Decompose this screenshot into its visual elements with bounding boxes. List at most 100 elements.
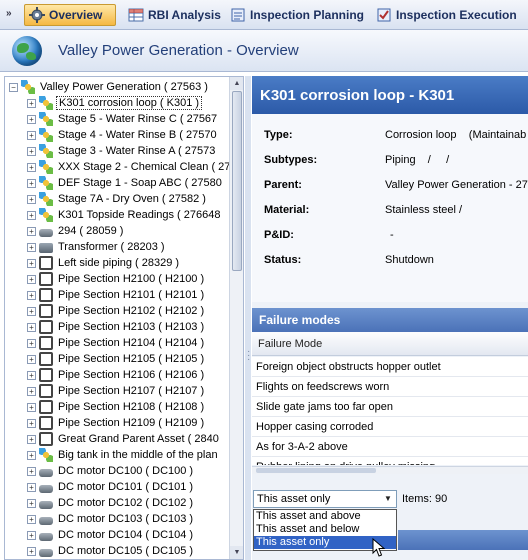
splitter[interactable] xyxy=(245,76,251,560)
dropdown-option-and-below[interactable]: This asset and below xyxy=(254,523,396,536)
scrollbar-thumb[interactable] xyxy=(256,468,376,473)
tree-item[interactable]: + Great Grand Parent Asset ( 2840 xyxy=(27,431,221,447)
tree-item[interactable]: + Left side piping ( 28329 ) xyxy=(27,255,181,271)
failure-mode-row[interactable]: Rubber lining on drive pulley missing xyxy=(252,457,528,465)
expand-toggle[interactable]: + xyxy=(27,466,36,476)
expand-toggle[interactable]: + xyxy=(27,482,36,492)
tree-item-label: DC motor DC101 ( DC101 ) xyxy=(58,481,194,493)
tree-item[interactable]: + DC motor DC105 ( DC105 ) xyxy=(27,543,195,559)
scroll-down-icon[interactable]: ▼ xyxy=(230,546,243,559)
page-header: Valley Power Generation - Overview xyxy=(0,30,528,72)
execution-icon xyxy=(376,7,392,23)
expand-toggle[interactable]: + xyxy=(27,402,36,412)
failure-mode-column-header[interactable]: Failure Mode xyxy=(252,332,528,356)
expand-toggle[interactable]: + xyxy=(27,226,36,236)
failure-mode-row[interactable]: Flights on feedscrews worn xyxy=(252,377,528,397)
dropdown-option-and-above[interactable]: This asset and above xyxy=(254,510,396,523)
expand-toggle[interactable]: + xyxy=(27,386,36,396)
tree-item[interactable]: + K301 corrosion loop ( K301 ) xyxy=(27,95,203,111)
prop-parent-value[interactable]: Valley Power Generation - 275 xyxy=(385,179,528,191)
tree-item[interactable]: + Pipe Section H2107 ( H2107 ) xyxy=(27,383,206,399)
failure-mode-row[interactable]: Hopper casing corroded xyxy=(252,417,528,437)
loop-icon xyxy=(39,160,53,174)
expand-toggle[interactable]: + xyxy=(27,370,36,380)
expand-toggle[interactable]: + xyxy=(27,498,36,508)
expand-toggle[interactable]: + xyxy=(27,242,36,252)
tree-item[interactable]: + Pipe Section H2100 ( H2100 ) xyxy=(27,271,206,287)
scrollbar-thumb[interactable] xyxy=(232,91,242,271)
tree-item[interactable]: + DC motor DC104 ( DC104 ) xyxy=(27,527,195,543)
tree-item-label: DEF Stage 1 - Soap ABC ( 27580 xyxy=(58,177,222,189)
tab-inspection-execution[interactable]: Inspection Execution xyxy=(372,4,521,26)
tree-item[interactable]: + Pipe Section H2106 ( H2106 ) xyxy=(27,367,206,383)
expand-toggle[interactable]: + xyxy=(27,258,36,268)
tree-item[interactable]: + DC motor DC100 ( DC100 ) xyxy=(27,463,195,479)
tab-rbi-analysis[interactable]: RBI Analysis xyxy=(124,4,225,26)
tab-overview[interactable]: Overview xyxy=(24,4,116,26)
failure-modes-hscrollbar[interactable] xyxy=(252,466,528,474)
expand-toggle[interactable]: + xyxy=(27,98,36,108)
tree-item[interactable]: +294 ( 28059 ) xyxy=(27,223,125,239)
transformer-icon xyxy=(39,243,53,253)
expand-toggle[interactable]: + xyxy=(27,514,36,524)
expand-toggle[interactable]: + xyxy=(27,290,36,300)
expand-toggle[interactable]: + xyxy=(27,194,36,204)
tree-item[interactable]: + DC motor DC103 ( DC103 ) xyxy=(27,511,195,527)
expand-toggle[interactable]: + xyxy=(27,274,36,284)
items-count: Items: 90 xyxy=(402,493,448,505)
motor-icon xyxy=(39,548,53,557)
tree-item[interactable]: + Stage 5 - Water Rinse C ( 27567 xyxy=(27,111,219,127)
tree-item[interactable]: + Big tank in the middle of the plan xyxy=(27,447,220,463)
expand-toggle[interactable]: + xyxy=(27,178,36,188)
asset-scope-select[interactable]: This asset only ▼ xyxy=(253,490,397,508)
tree-item[interactable]: + XXX Stage 2 - Chemical Clean ( 27 xyxy=(27,159,232,175)
failure-mode-row[interactable]: Foreign object obstructs hopper outlet xyxy=(252,357,528,377)
tree-item[interactable]: + Stage 3 - Water Rinse A ( 27573 xyxy=(27,143,217,159)
tree-item[interactable]: + DEF Stage 1 - Soap ABC ( 27580 xyxy=(27,175,224,191)
tree-item[interactable]: + Pipe Section H2102 ( H2102 ) xyxy=(27,303,206,319)
tree-item[interactable]: + Pipe Section H2105 ( H2105 ) xyxy=(27,351,206,367)
expand-toggle[interactable]: + xyxy=(27,530,36,540)
expand-toggle[interactable]: + xyxy=(27,418,36,428)
tree-item[interactable]: + Pipe Section H2108 ( H2108 ) xyxy=(27,399,206,415)
expand-toggle[interactable]: + xyxy=(27,146,36,156)
pipe-icon xyxy=(39,336,53,350)
tree-item[interactable]: + DC motor DC101 ( DC101 ) xyxy=(27,479,195,495)
expand-toggle[interactable]: + xyxy=(27,338,36,348)
tree-item[interactable]: + Stage 4 - Water Rinse B ( 27570 xyxy=(27,127,219,143)
expand-toggle[interactable]: + xyxy=(27,210,36,220)
failure-mode-row[interactable]: Slide gate jams too far open xyxy=(252,397,528,417)
expand-toggle[interactable]: + xyxy=(27,546,36,556)
tree-item[interactable]: + Pipe Section H2104 ( H2104 ) xyxy=(27,335,206,351)
expand-toggle[interactable]: + xyxy=(27,306,36,316)
expand-toggle[interactable]: + xyxy=(27,322,36,332)
scroll-up-icon[interactable]: ▲ xyxy=(230,77,243,90)
asset-tree[interactable]: − Valley Power Generation ( 27563 ) + K30… xyxy=(4,76,244,560)
failure-mode-row[interactable]: As for 3-A-2 above xyxy=(252,437,528,457)
tab-inspection-planning[interactable]: Inspection Planning xyxy=(226,4,368,26)
pipe-icon xyxy=(39,400,53,414)
expand-toggle[interactable]: + xyxy=(27,130,36,140)
collapse-icon[interactable]: » xyxy=(6,8,12,19)
tree-item[interactable]: + Pipe Section H2101 ( H2101 ) xyxy=(27,287,206,303)
tree-item[interactable]: + Pipe Section H2109 ( H2109 ) xyxy=(27,415,206,431)
splitter-grip-icon[interactable]: · · · xyxy=(247,347,250,365)
expand-toggle[interactable]: + xyxy=(27,114,36,124)
chevron-down-icon[interactable]: ▼ xyxy=(380,491,396,507)
prop-pid-value: - xyxy=(390,229,394,241)
tree-item[interactable]: + K301 Topside Readings ( 276648 xyxy=(27,207,222,223)
collapse-toggle[interactable]: − xyxy=(9,82,18,92)
tree-item-label: K301 corrosion loop ( K301 ) xyxy=(56,96,203,110)
expand-toggle[interactable]: + xyxy=(27,354,36,364)
expand-toggle[interactable]: + xyxy=(27,162,36,172)
tree-item[interactable]: + DC motor DC102 ( DC102 ) xyxy=(27,495,195,511)
tree-item[interactable]: + Stage 7A - Dry Oven ( 27582 ) xyxy=(27,191,208,207)
tree-scrollbar[interactable]: ▲ ▼ xyxy=(229,77,243,559)
tree-root[interactable]: − Valley Power Generation ( 27563 ) xyxy=(9,79,210,95)
tree-item-label: DC motor DC102 ( DC102 ) xyxy=(58,497,194,509)
pipe-icon xyxy=(39,432,53,446)
tree-item[interactable]: + Transformer ( 28203 ) xyxy=(27,239,167,255)
expand-toggle[interactable]: + xyxy=(27,434,36,444)
tree-item[interactable]: + Pipe Section H2103 ( H2103 ) xyxy=(27,319,206,335)
expand-toggle[interactable]: + xyxy=(27,450,36,460)
